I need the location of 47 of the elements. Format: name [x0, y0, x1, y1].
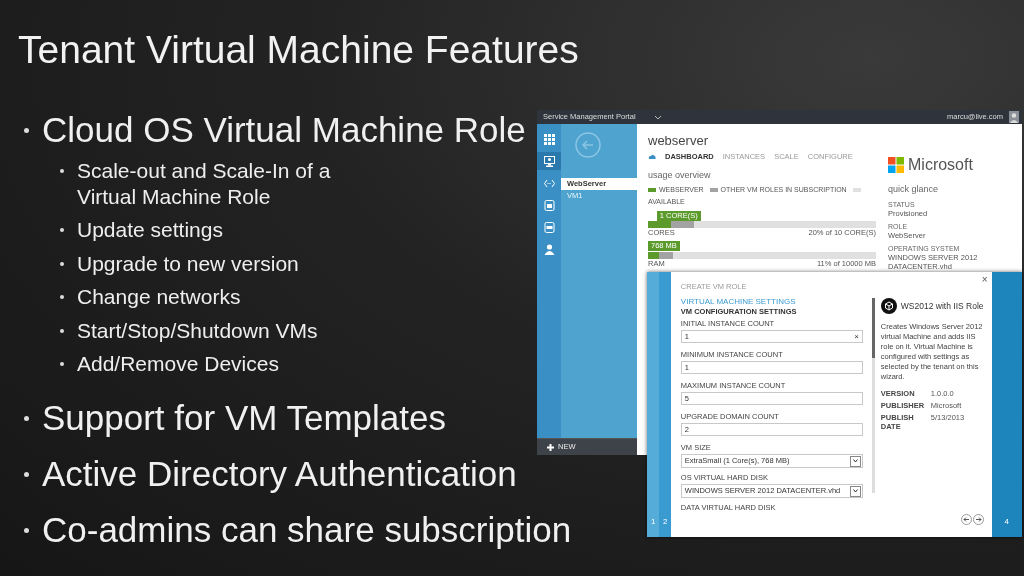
bullet-icon	[60, 261, 64, 266]
bullet-icon	[60, 168, 64, 173]
bullet-text: Active Directory Authentication	[42, 454, 517, 494]
bullet-icon	[24, 415, 29, 421]
bullet-icon	[24, 527, 29, 533]
scroll-thumb	[871, 298, 875, 358]
bullet-icon	[60, 328, 64, 333]
code-icon	[543, 177, 555, 189]
section-title: VIRTUAL MACHINE SETTINGS	[680, 297, 797, 307]
item-title: WS2012 with IIS Role	[900, 300, 984, 312]
monitor-icon	[543, 155, 555, 167]
rail-button[interactable]	[537, 152, 561, 170]
cloud-icon	[648, 154, 656, 159]
page-title: webserver	[648, 134, 709, 147]
bullet-icon	[24, 127, 29, 133]
sub-bullet-text: Start/Stop/Shutdown VMs	[77, 317, 319, 344]
bullet-icon	[24, 471, 29, 477]
sub-bullet-text: Update settings	[77, 217, 224, 243]
sub-bullet-text: Change networks	[77, 284, 242, 310]
bullet-icon	[60, 228, 64, 232]
user-icon	[543, 243, 555, 255]
grid-icon	[543, 133, 555, 145]
step-number[interactable]: 4	[1004, 517, 1009, 527]
caret-icon	[852, 489, 858, 493]
section-title: quick glance	[888, 184, 940, 195]
plus-icon	[547, 443, 554, 451]
bullet-text: Support for VM Templates	[42, 398, 446, 438]
section-title: usage overview	[648, 170, 712, 181]
sub-bullet-text: Upgrade to new version	[77, 250, 300, 277]
four-squares-logo-icon	[888, 157, 904, 173]
bullet-text: Cloud OS Virtual Machine Role	[42, 110, 526, 150]
chevron-down-icon[interactable]	[653, 114, 662, 120]
next-arrow-icon[interactable]	[972, 514, 984, 525]
close-button[interactable]: ×	[981, 275, 988, 285]
sub-bullet-text: Scale-out and Scale-In of a Virtual Machine Role	[77, 157, 332, 210]
sub-bullet-text: Add/Remove Devices	[77, 351, 280, 377]
database-icon	[543, 221, 555, 233]
database-icon	[543, 199, 555, 211]
bullet-icon	[60, 362, 64, 366]
brand-name: Microsoft	[908, 156, 973, 174]
cube-icon	[880, 298, 897, 314]
bullet-text: Co-admins can share subscription	[42, 510, 572, 550]
slide-title: Tenant Virtual Machine Features	[18, 28, 579, 71]
bullet-icon	[60, 295, 64, 299]
avatar-icon[interactable]	[1009, 111, 1019, 123]
caret-icon	[852, 459, 858, 463]
previous-arrow-icon[interactable]	[960, 514, 972, 525]
